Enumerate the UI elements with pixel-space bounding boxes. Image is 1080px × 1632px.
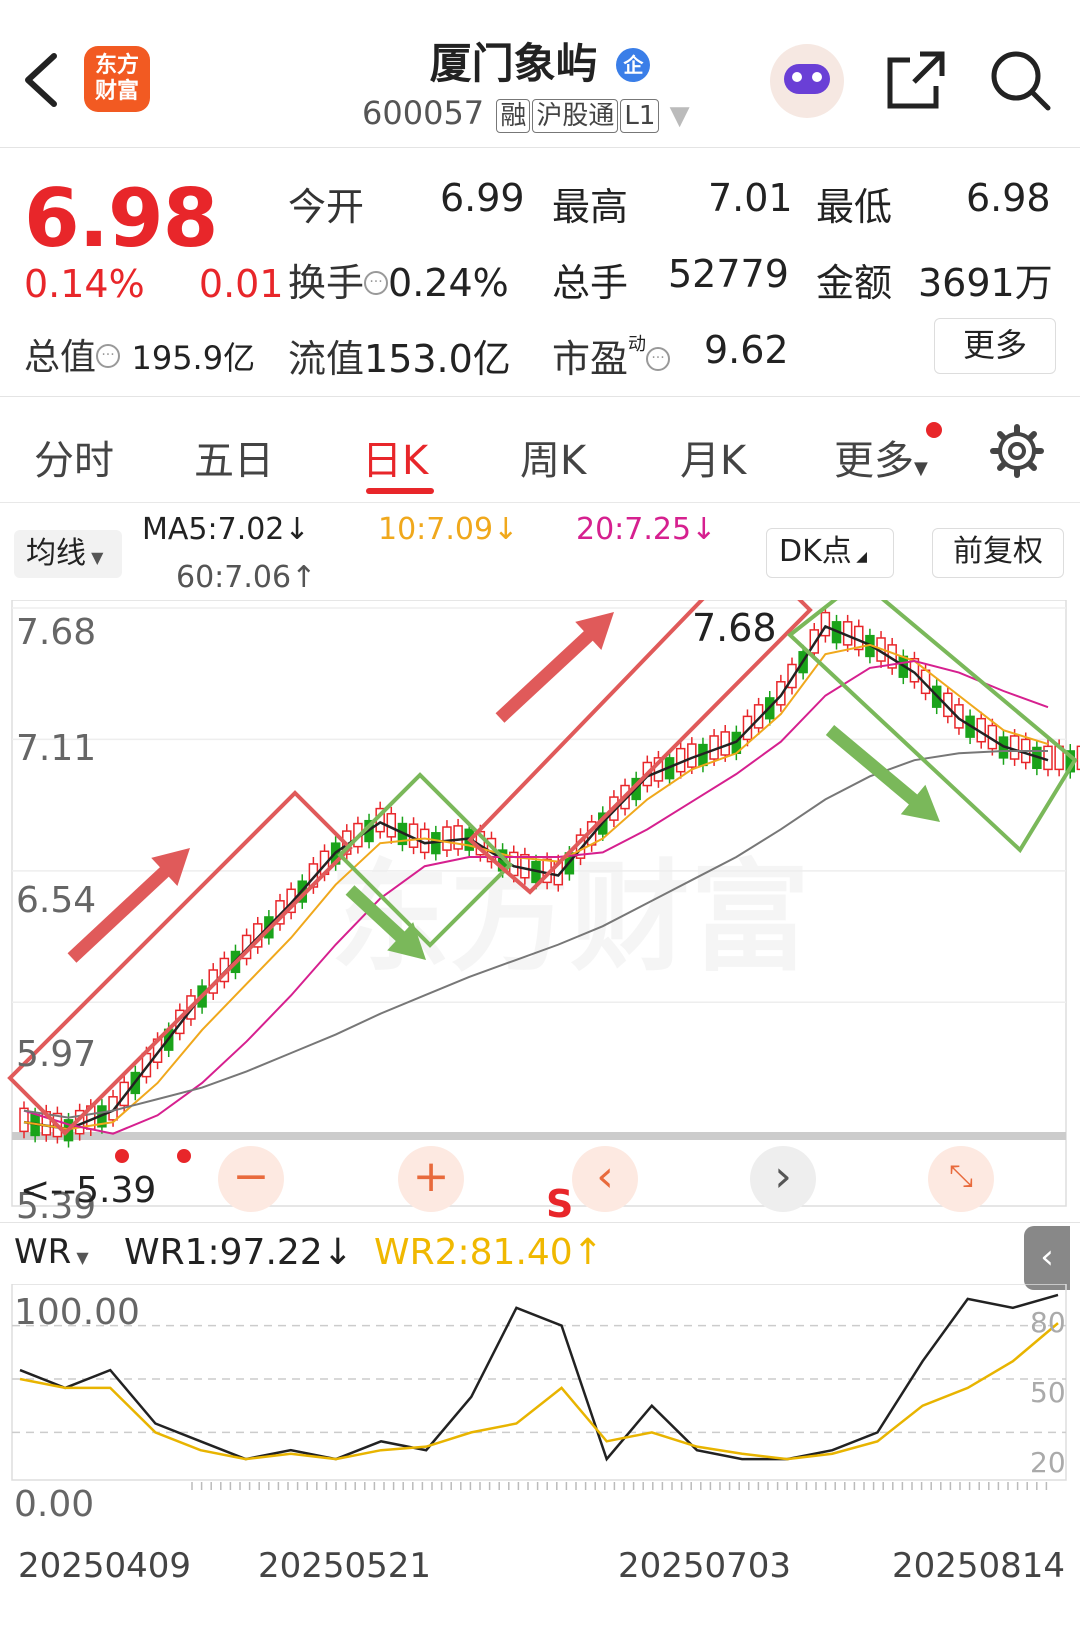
market-cap: 总值 ··· 195.9亿	[24, 337, 256, 378]
tab-monthly-k[interactable]: 月K	[680, 428, 746, 486]
pan-left-button[interactable]: ‹	[572, 1146, 638, 1212]
zoom-in-button[interactable]: +	[398, 1146, 464, 1212]
stock-code: 600057	[362, 94, 485, 132]
candle-body	[442, 826, 452, 851]
date-label-3: 20250703	[618, 1546, 792, 1586]
robot-assistant-icon[interactable]	[770, 44, 844, 118]
uptrend-box-1	[7, 790, 353, 1136]
collapse-panel-button[interactable]: ‹	[1024, 1226, 1070, 1290]
low-marker: <--5.39	[20, 1170, 157, 1211]
ma10-value: 10:7.09↓	[378, 512, 519, 547]
share-icon[interactable]	[884, 48, 948, 112]
fullscreen-expand-icon[interactable]: ⤡	[928, 1146, 994, 1212]
low-label: 最低	[816, 185, 893, 229]
amount-label: 金额	[816, 261, 893, 305]
kline-chart[interactable]	[0, 600, 1080, 1220]
wr-y-top: 100.00	[14, 1292, 140, 1333]
tab-more[interactable]: 更多▼	[834, 422, 942, 486]
pan-right-button[interactable]: ›	[750, 1146, 816, 1212]
date-label-4: 20250814	[892, 1546, 1066, 1586]
amount-value: 3691万	[918, 261, 1053, 305]
candle-body	[1043, 745, 1053, 771]
tag-connect: 沪股通	[532, 99, 619, 133]
up-arrow-2	[495, 612, 614, 723]
active-tab-indicator	[366, 488, 434, 494]
adjust-selector[interactable]: 前复权	[932, 528, 1064, 578]
settings-gear-icon[interactable]	[990, 424, 1044, 478]
info-icon[interactable]: ···	[646, 347, 671, 371]
change-percent: 0.14%	[24, 262, 145, 306]
high-value: 7.01	[708, 176, 793, 220]
ma20-value: 20:7.25↓	[576, 512, 717, 547]
y-label-3: 6.54	[16, 880, 97, 921]
last-price: 6.98	[24, 172, 218, 265]
volume-label: 总手	[552, 261, 629, 305]
signal-dot	[115, 1149, 129, 1163]
consolidation-box	[337, 772, 513, 948]
y-label-2: 7.11	[16, 728, 97, 769]
kline-frame	[11, 600, 1067, 1207]
wr-frame	[11, 1284, 1067, 1481]
sell-signal: S	[546, 1182, 574, 1226]
dk-point-selector[interactable]: DK点 ◢	[766, 528, 894, 578]
stock-name: 厦门象屿	[429, 39, 598, 88]
tab-five-day[interactable]: 五日	[194, 428, 274, 486]
ma5-value: MA5:7.02↓	[142, 512, 310, 547]
turnover-field: 换手 ··· 0.24%	[288, 261, 509, 305]
wr1-value: WR1:97.22↓	[124, 1232, 353, 1273]
float-cap-field: 流值153.0亿	[288, 337, 511, 381]
pe-value: 9.62	[704, 328, 789, 372]
kline-scroll-bar	[12, 1132, 1066, 1140]
date-label-2: 20250521	[258, 1546, 432, 1586]
pe-field: 市盈动···	[552, 328, 671, 383]
arrow-shaft	[345, 885, 409, 945]
wr-selector[interactable]: WR ▼	[14, 1232, 89, 1272]
signal-dot	[177, 1149, 191, 1163]
wr-right-50: 50	[1030, 1376, 1066, 1409]
wr-right-80: 80	[1030, 1306, 1066, 1339]
tab-daily-k[interactable]: 日K	[362, 428, 428, 486]
divider	[0, 502, 1080, 503]
zoom-out-button[interactable]: −	[218, 1146, 284, 1212]
wr1-line	[19, 1293, 1059, 1462]
low-value: 6.98	[966, 176, 1051, 220]
change-row: 0.14% 0.01	[24, 262, 284, 306]
wr2-value: WR2:81.40↑	[374, 1232, 603, 1273]
y-label-4: 5.97	[16, 1034, 97, 1075]
change-amount: 0.01	[198, 262, 284, 306]
wr-y-bottom: 0.00	[14, 1484, 95, 1525]
arrow-shaft	[495, 627, 597, 723]
info-icon[interactable]: ···	[364, 271, 389, 295]
enterprise-badge: 企	[616, 48, 651, 82]
ma60-line	[23, 749, 1048, 1119]
info-icon[interactable]: ···	[96, 344, 121, 368]
down-arrow-2	[825, 725, 940, 822]
stock-code-row: 600057 融沪股通 L1 ▼	[362, 94, 690, 133]
high-marker: 7.68	[692, 606, 777, 650]
tab-intraday[interactable]: 分时	[34, 428, 114, 486]
date-label-1: 20250409	[18, 1546, 192, 1586]
y-label-top: 7.68	[16, 612, 97, 653]
search-icon[interactable]	[988, 48, 1052, 112]
divider	[0, 396, 1080, 397]
open-field: 今开	[288, 185, 365, 229]
top-nav-bar: 东方 财富 厦门象屿 企 600057 融沪股通 L1 ▼	[0, 0, 1080, 148]
candle-body	[453, 825, 463, 850]
more-quote-button[interactable]: 更多	[934, 318, 1056, 374]
candle-body	[1009, 735, 1020, 760]
ma60-value: 60:7.06↑	[176, 560, 317, 595]
divider	[0, 1222, 1080, 1223]
tag-level: L1	[620, 99, 660, 133]
notification-dot	[926, 422, 942, 438]
wr-chart[interactable]	[0, 1284, 1080, 1534]
volume-value: 52779	[668, 252, 789, 296]
ma-selector[interactable]: 均线 ▼	[14, 530, 122, 578]
dropdown-icon[interactable]: ▼	[670, 101, 690, 131]
tag-margin: 融	[496, 99, 531, 133]
wr-right-20: 20	[1030, 1446, 1066, 1479]
tab-weekly-k[interactable]: 周K	[520, 428, 586, 486]
open-value: 6.99	[440, 176, 525, 220]
high-label: 最高	[552, 185, 629, 229]
